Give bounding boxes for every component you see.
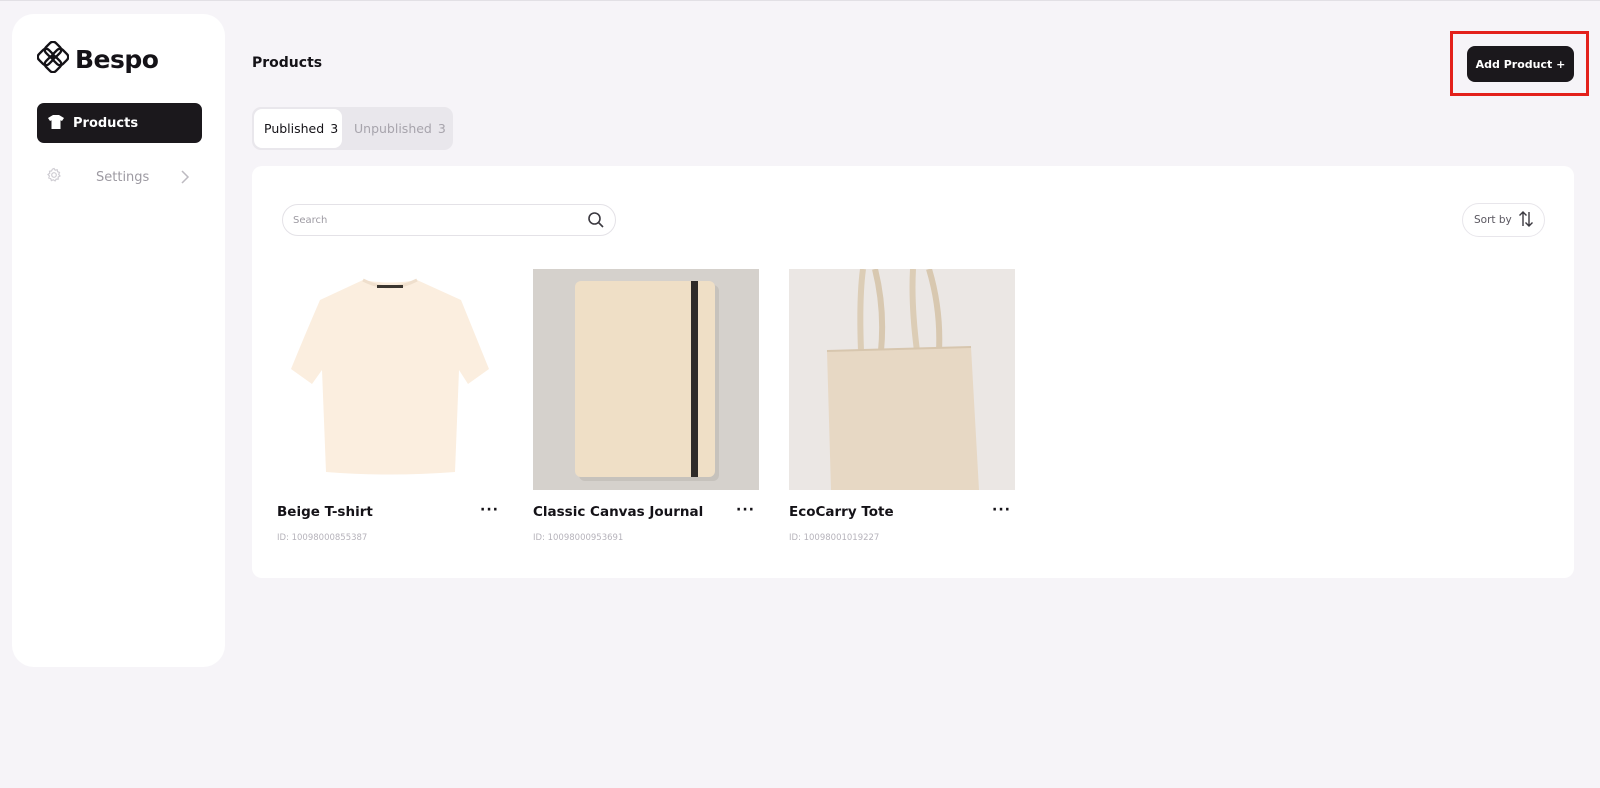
product-id: ID: 10098000953691 (533, 533, 624, 543)
tab-unpublished[interactable]: Unpublished 3 (348, 109, 451, 148)
product-card: Classic Canvas Journal ··· ID: 100980009… (533, 269, 759, 543)
sidebar-item-label: Products (73, 115, 139, 131)
product-name[interactable]: Classic Canvas Journal (533, 504, 703, 520)
page-title: Products (252, 55, 323, 71)
chevron-right-icon (180, 169, 190, 188)
brand-name: Bespo (75, 44, 159, 74)
sort-label: Sort by (1474, 214, 1512, 226)
sidebar-item-products[interactable]: Products (37, 103, 202, 143)
product-id: ID: 10098001019227 (789, 533, 880, 543)
search-icon[interactable] (587, 211, 605, 233)
gear-icon (46, 167, 62, 187)
sidebar: Bespo Products Settings (12, 14, 225, 667)
brand-logo[interactable]: Bespo (36, 40, 159, 77)
search-input[interactable] (293, 214, 573, 226)
tshirt-image[interactable] (277, 269, 503, 490)
sidebar-item-settings[interactable]: Settings (37, 161, 202, 193)
sidebar-item-label: Settings (96, 169, 150, 185)
tab-label: Unpublished (354, 121, 432, 136)
publish-tabs: Published 3 Unpublished 3 (252, 107, 453, 150)
bespo-logo-icon (36, 40, 70, 77)
tote-image[interactable] (789, 269, 1015, 490)
product-card: Beige T-shirt ··· ID: 10098000855387 (277, 269, 503, 543)
top-divider (0, 0, 1600, 1)
tab-count: 3 (437, 121, 446, 136)
more-options-icon[interactable]: ··· (992, 502, 1011, 518)
product-name[interactable]: EcoCarry Tote (789, 504, 894, 520)
sort-button[interactable]: Sort by (1462, 203, 1545, 237)
product-id: ID: 10098000855387 (277, 533, 368, 543)
more-options-icon[interactable]: ··· (736, 502, 755, 518)
journal-image[interactable] (533, 269, 759, 490)
more-options-icon[interactable]: ··· (480, 502, 499, 518)
tab-label: Published (264, 121, 325, 136)
products-card: Sort by Beige T-shirt ··· ID: 1009800085… (252, 166, 1574, 578)
product-name[interactable]: Beige T-shirt (277, 504, 373, 520)
add-product-button[interactable]: Add Product + (1467, 46, 1574, 82)
sort-arrows-icon (1518, 210, 1534, 231)
tab-count: 3 (330, 121, 339, 136)
product-card: EcoCarry Tote ··· ID: 10098001019227 (789, 269, 1015, 543)
search-field[interactable] (282, 204, 616, 236)
tab-published[interactable]: Published 3 (254, 109, 342, 148)
tshirt-icon (48, 114, 64, 133)
